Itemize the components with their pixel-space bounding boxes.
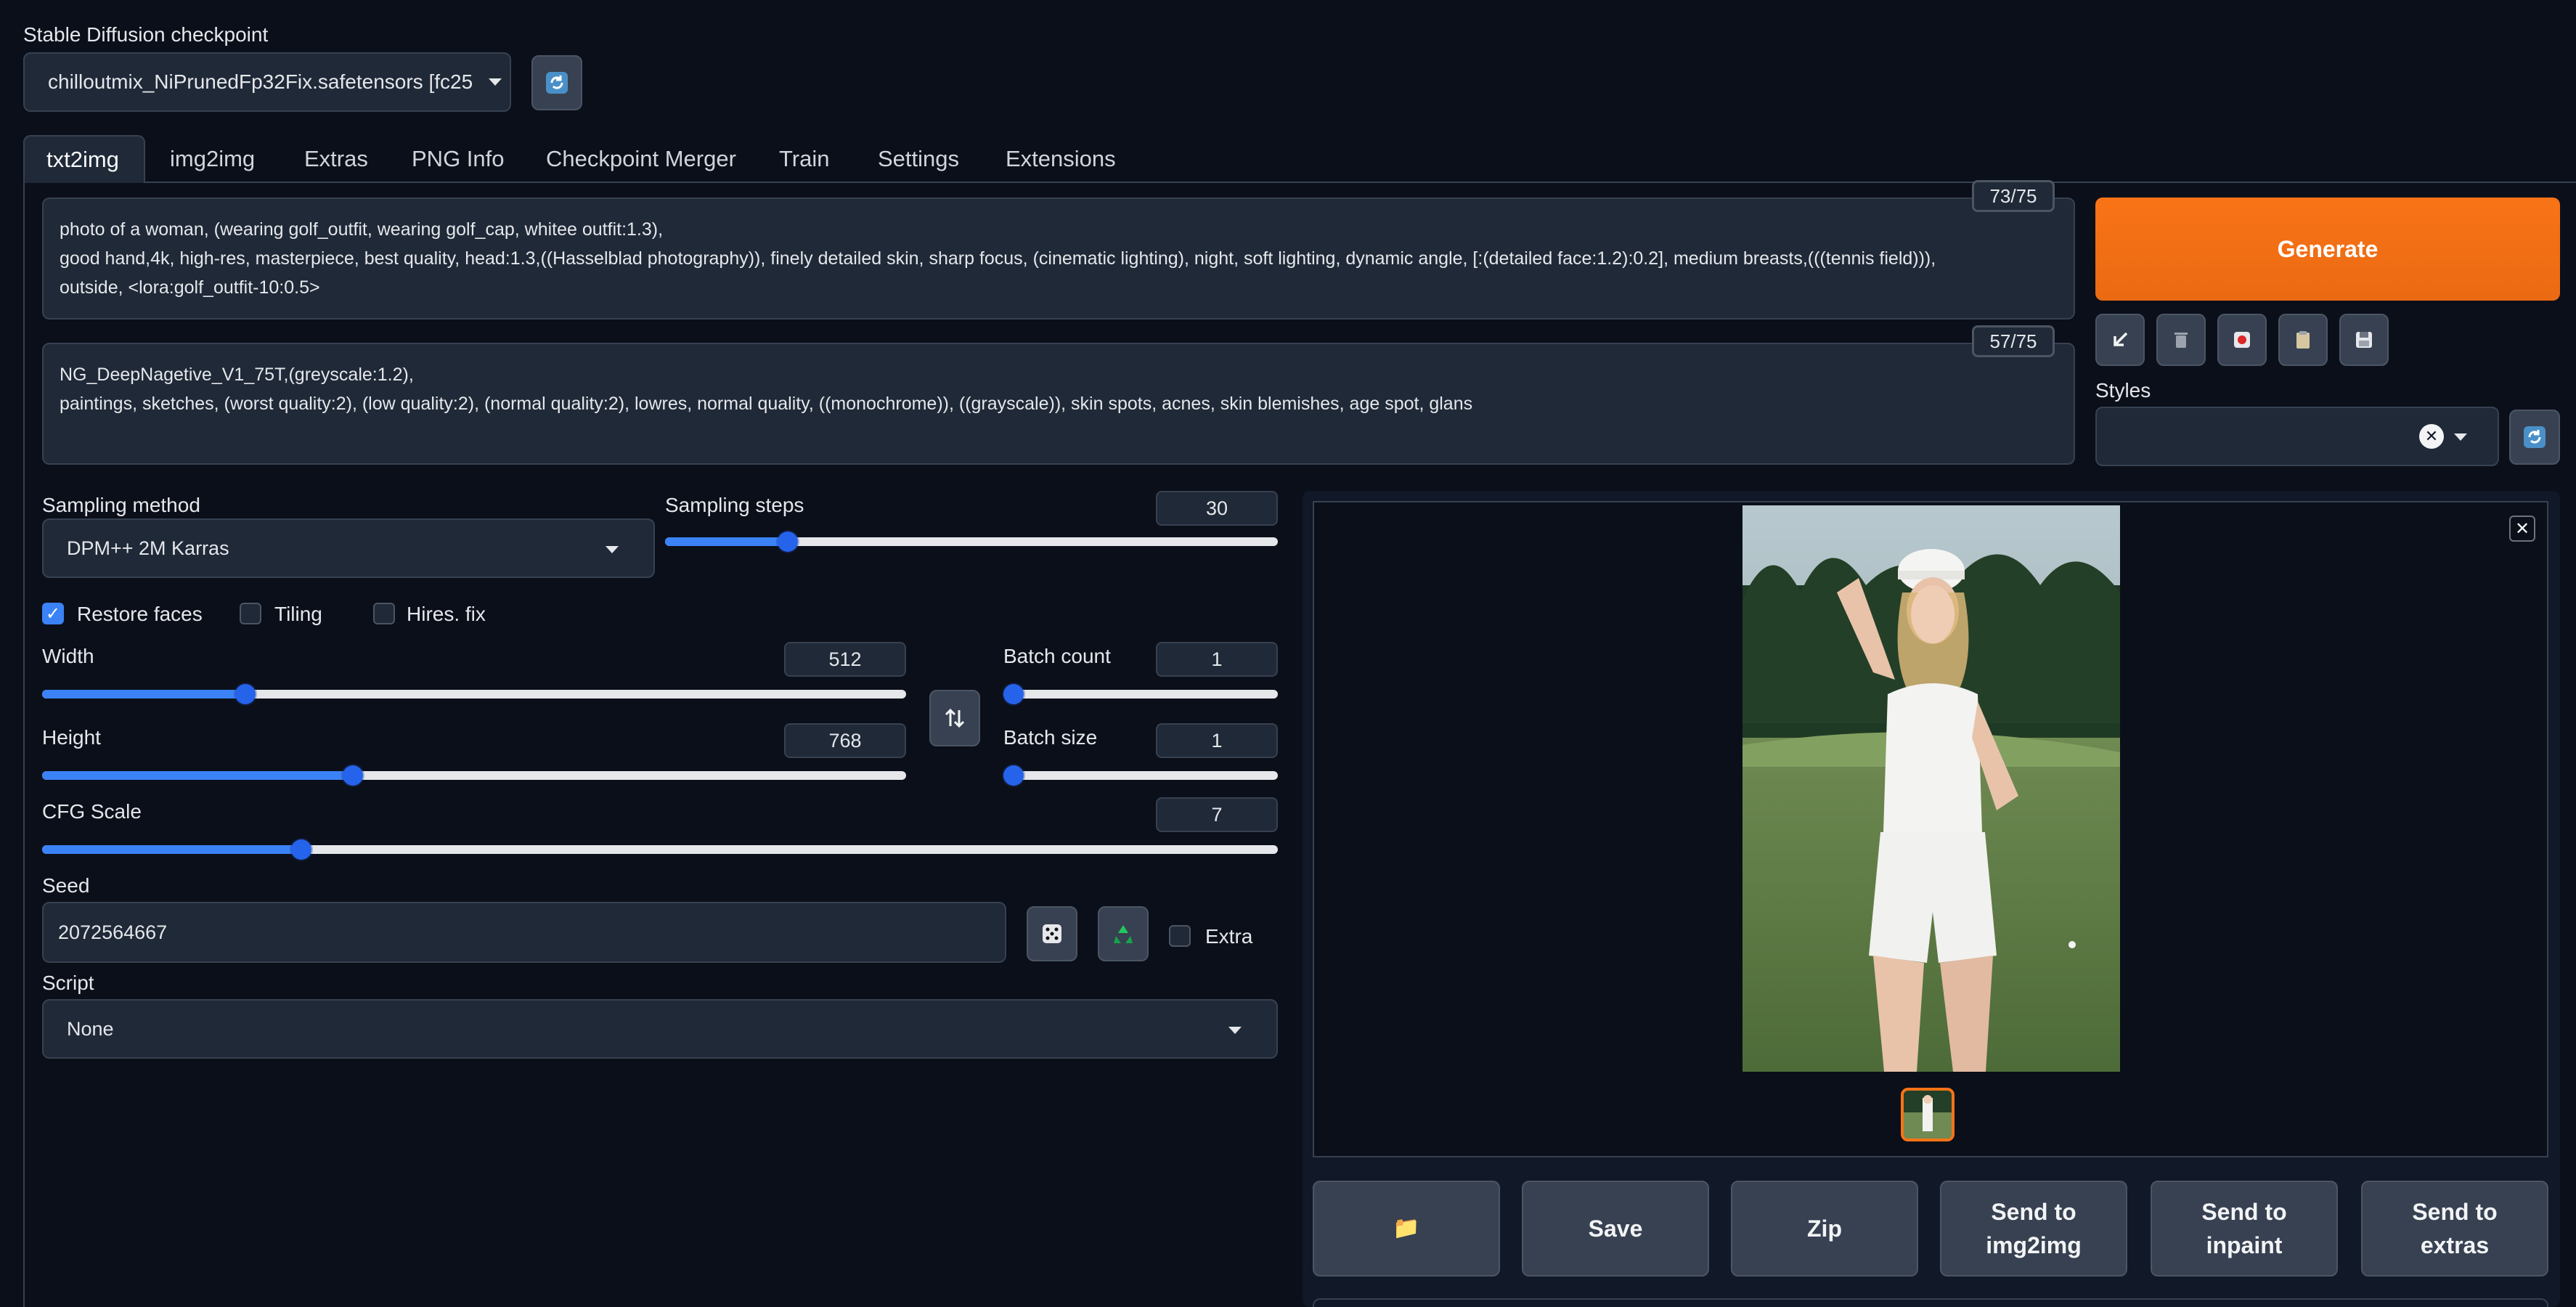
tab-checkpoint-merger[interactable]: Checkpoint Merger [546,135,736,183]
clipboard-icon [2296,331,2310,349]
sampling-steps-slider[interactable] [665,532,1278,552]
apply-style-button[interactable] [2278,314,2328,366]
save-button[interactable]: Save [1522,1181,1709,1277]
send-to-inpaint-button[interactable]: Send to inpaint [2151,1181,2338,1277]
batch-size-slider[interactable] [1003,765,1278,786]
chevron-down-icon [606,546,619,553]
checkpoint-value: chilloutmix_NiPrunedFp32Fix.safetensors … [48,70,473,93]
styles-label: Styles [2095,379,2151,402]
restore-faces-label: Restore faces [77,603,203,625]
sampling-method-label: Sampling method [42,494,200,516]
tab-settings[interactable]: Settings [878,135,959,183]
recycle-icon [1114,925,1133,943]
tiling-label: Tiling [274,603,322,625]
width-slider[interactable] [42,684,906,704]
tab-train[interactable]: Train [779,135,829,183]
negative-prompt-token-counter: 57/75 [1972,325,2055,357]
refresh-styles-button[interactable] [2509,410,2560,465]
extra-seed-label: Extra [1205,925,1253,948]
dice-icon [1043,924,1061,943]
zip-button[interactable]: Zip [1731,1181,1918,1277]
clear-icon[interactable]: ✕ [2419,424,2444,449]
sampling-method-dropdown[interactable]: DPM++ 2M Karras [42,518,655,578]
prompt-line: photo of a woman, (wearing golf_outfit, … [60,219,664,240]
prompt-line: outside, <lora:golf_outfit-10:0.5> [60,277,320,298]
generate-button[interactable]: Generate [2095,198,2560,301]
save-style-button[interactable] [2339,314,2389,366]
generated-image[interactable] [1743,505,2120,1072]
script-value: None [67,1017,114,1040]
tab-png-info[interactable]: PNG Info [412,135,505,183]
arrow-down-left-icon [2114,332,2128,346]
red-dot-icon [2234,332,2250,348]
chevron-down-icon [489,78,502,86]
height-slider[interactable] [42,765,906,786]
script-label: Script [42,972,94,994]
tab-txt2img[interactable]: txt2img [23,135,145,183]
thumbnail-image [1904,1091,1952,1139]
height-input[interactable]: 768 [784,723,906,758]
tiling-checkbox[interactable] [240,603,261,624]
swap-arrows-icon [945,708,965,728]
close-icon[interactable]: ✕ [2509,516,2535,542]
negative-prompt-line: NG_DeepNagetive_V1_75T,(greyscale:1.2), [60,365,414,385]
cfg-scale-slider[interactable] [42,839,1278,860]
seed-input[interactable]: 2072564667 [42,902,1006,963]
image-gallery: ✕ [1313,501,2548,1157]
tab-extras[interactable]: Extras [304,135,368,183]
chevron-down-icon [1228,1027,1242,1034]
random-seed-button[interactable] [1027,906,1077,961]
send-to-extras-button[interactable]: Send to extras [2361,1181,2548,1277]
prompt-line: good hand,4k, high-res, masterpiece, bes… [60,248,1936,269]
sampling-steps-input[interactable]: 30 [1156,491,1278,526]
save-disk-icon [2356,332,2372,348]
cfg-scale-label: CFG Scale [42,800,142,823]
refresh-checkpoint-button[interactable] [531,55,582,110]
batch-size-input[interactable]: 1 [1156,723,1278,758]
swap-dimensions-button[interactable] [929,690,980,746]
prompt-token-counter: 73/75 [1972,180,2055,212]
prompt-textarea[interactable]: photo of a woman, (wearing golf_outfit, … [42,198,2075,319]
batch-size-label: Batch size [1003,726,1098,749]
styles-dropdown[interactable]: ✕ [2095,407,2499,466]
restore-faces-checkbox[interactable]: ✓ [42,603,64,624]
send-to-img2img-button[interactable]: Send to img2img [1940,1181,2127,1277]
show-extra-networks-button[interactable] [2217,314,2267,366]
chevron-down-icon [2454,433,2467,441]
batch-count-slider[interactable] [1003,684,1278,704]
extra-seed-checkbox[interactable] [1169,925,1191,947]
seed-label: Seed [42,874,90,897]
tab-img2img[interactable]: img2img [170,135,255,183]
width-label: Width [42,645,94,667]
batch-count-label: Batch count [1003,645,1111,667]
refresh-icon [2524,426,2546,448]
checkpoint-label: Stable Diffusion checkpoint [23,23,269,46]
checkpoint-dropdown[interactable]: chilloutmix_NiPrunedFp32Fix.safetensors … [23,52,511,112]
reuse-seed-button[interactable] [1098,906,1149,961]
script-dropdown[interactable]: None [42,999,1278,1059]
sampling-steps-label: Sampling steps [665,494,804,516]
batch-count-input[interactable]: 1 [1156,642,1278,677]
trash-icon [2174,333,2188,348]
width-input[interactable]: 512 [784,642,906,677]
height-label: Height [42,726,101,749]
negative-prompt-textarea[interactable]: NG_DeepNagetive_V1_75T,(greyscale:1.2), … [42,343,2075,465]
cfg-scale-input[interactable]: 7 [1156,797,1278,832]
hires-fix-label: Hires. fix [407,603,486,625]
open-folder-button[interactable]: 📁 [1313,1181,1500,1277]
generation-info-panel [1313,1298,2548,1307]
hires-fix-checkbox[interactable] [373,603,395,624]
sampling-method-value: DPM++ 2M Karras [67,537,229,559]
read-params-button[interactable] [2095,314,2145,366]
refresh-icon [546,72,568,94]
negative-prompt-line: paintings, sketches, (worst quality:2), … [60,394,1473,414]
tab-extensions[interactable]: Extensions [1006,135,1116,183]
image-thumbnail[interactable] [1901,1088,1955,1141]
clear-prompt-button[interactable] [2156,314,2206,366]
